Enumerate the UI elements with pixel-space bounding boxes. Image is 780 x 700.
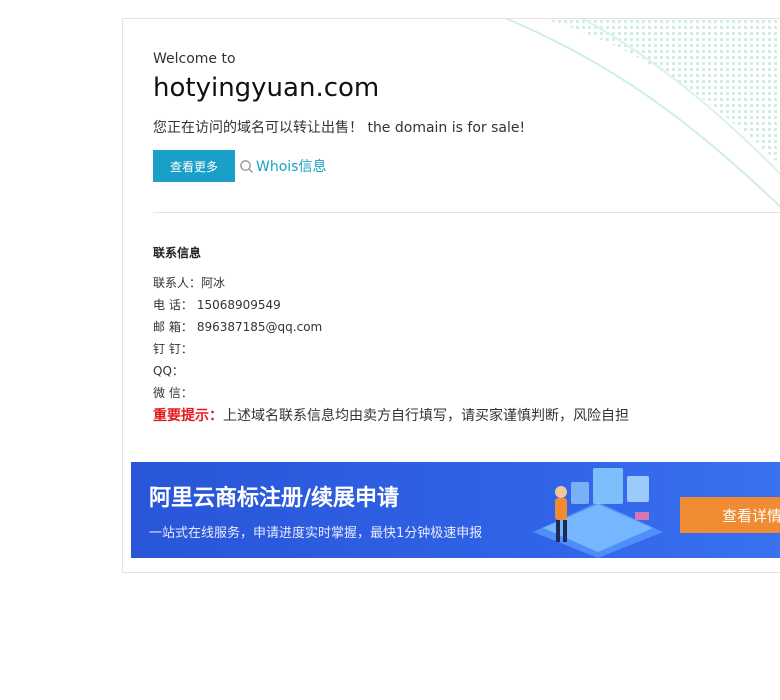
important-notice: 重要提示：上述域名联系信息均由卖方自行填写，请买家谨慎判断，风险自担: [153, 405, 629, 425]
contact-value: 896387185@qq.com: [196, 320, 323, 334]
view-more-button[interactable]: 查看更多: [153, 150, 235, 182]
view-details-button[interactable]: 查看详情: [680, 497, 780, 533]
welcome-text: Welcome to: [153, 51, 236, 67]
contact-label: 邮 箱：: [153, 320, 193, 334]
banner-title: 阿里云商标注册/续展申请: [149, 486, 400, 511]
domain-name: hotyingyuan.com: [153, 73, 380, 103]
contact-row-person: 联系人：阿冰: [153, 274, 225, 291]
contact-row-email: 邮 箱： 896387185@qq.com: [153, 318, 322, 335]
whois-link[interactable]: Whois信息: [239, 156, 326, 176]
whois-link-label: Whois信息: [256, 159, 327, 175]
search-icon: [240, 159, 254, 173]
notice-label: 重要提示：: [153, 408, 223, 424]
notice-text: 上述域名联系信息均由卖方自行填写，请买家谨慎判断，风险自担: [223, 408, 629, 424]
contact-label: 电 话：: [153, 298, 193, 312]
contact-row-wechat: 微 信：: [153, 384, 197, 401]
person-laptop-illustration: [533, 468, 663, 558]
contact-label: 联系人：: [153, 276, 202, 290]
aliyun-trademark-banner[interactable]: 阿里云商标注册/续展申请 一站式在线服务，申请进度实时掌握，最快1分钟极速申报 …: [131, 462, 780, 558]
contact-label: 微 信：: [153, 386, 193, 400]
section-divider: [153, 212, 780, 213]
contact-value: 阿冰: [201, 276, 226, 290]
contact-label: QQ：: [153, 364, 184, 378]
contact-title: 联系信息: [153, 246, 202, 260]
contact-row-phone: 电 话： 15068909549: [153, 296, 281, 313]
domain-sale-card: Welcome to hotyingyuan.com 您正在访问的域名可以转让出…: [122, 18, 780, 573]
banner-subtitle: 一站式在线服务，申请进度实时掌握，最快1分钟极速申报: [149, 526, 483, 541]
contact-row-qq: QQ：: [153, 362, 188, 379]
contact-value: 15068909549: [196, 298, 281, 312]
contact-label: 钉 钉：: [153, 342, 193, 356]
contact-row-dingtalk: 钉 钉：: [153, 340, 197, 357]
sale-notice: 您正在访问的域名可以转让出售！ the domain is for sale!: [153, 120, 526, 136]
